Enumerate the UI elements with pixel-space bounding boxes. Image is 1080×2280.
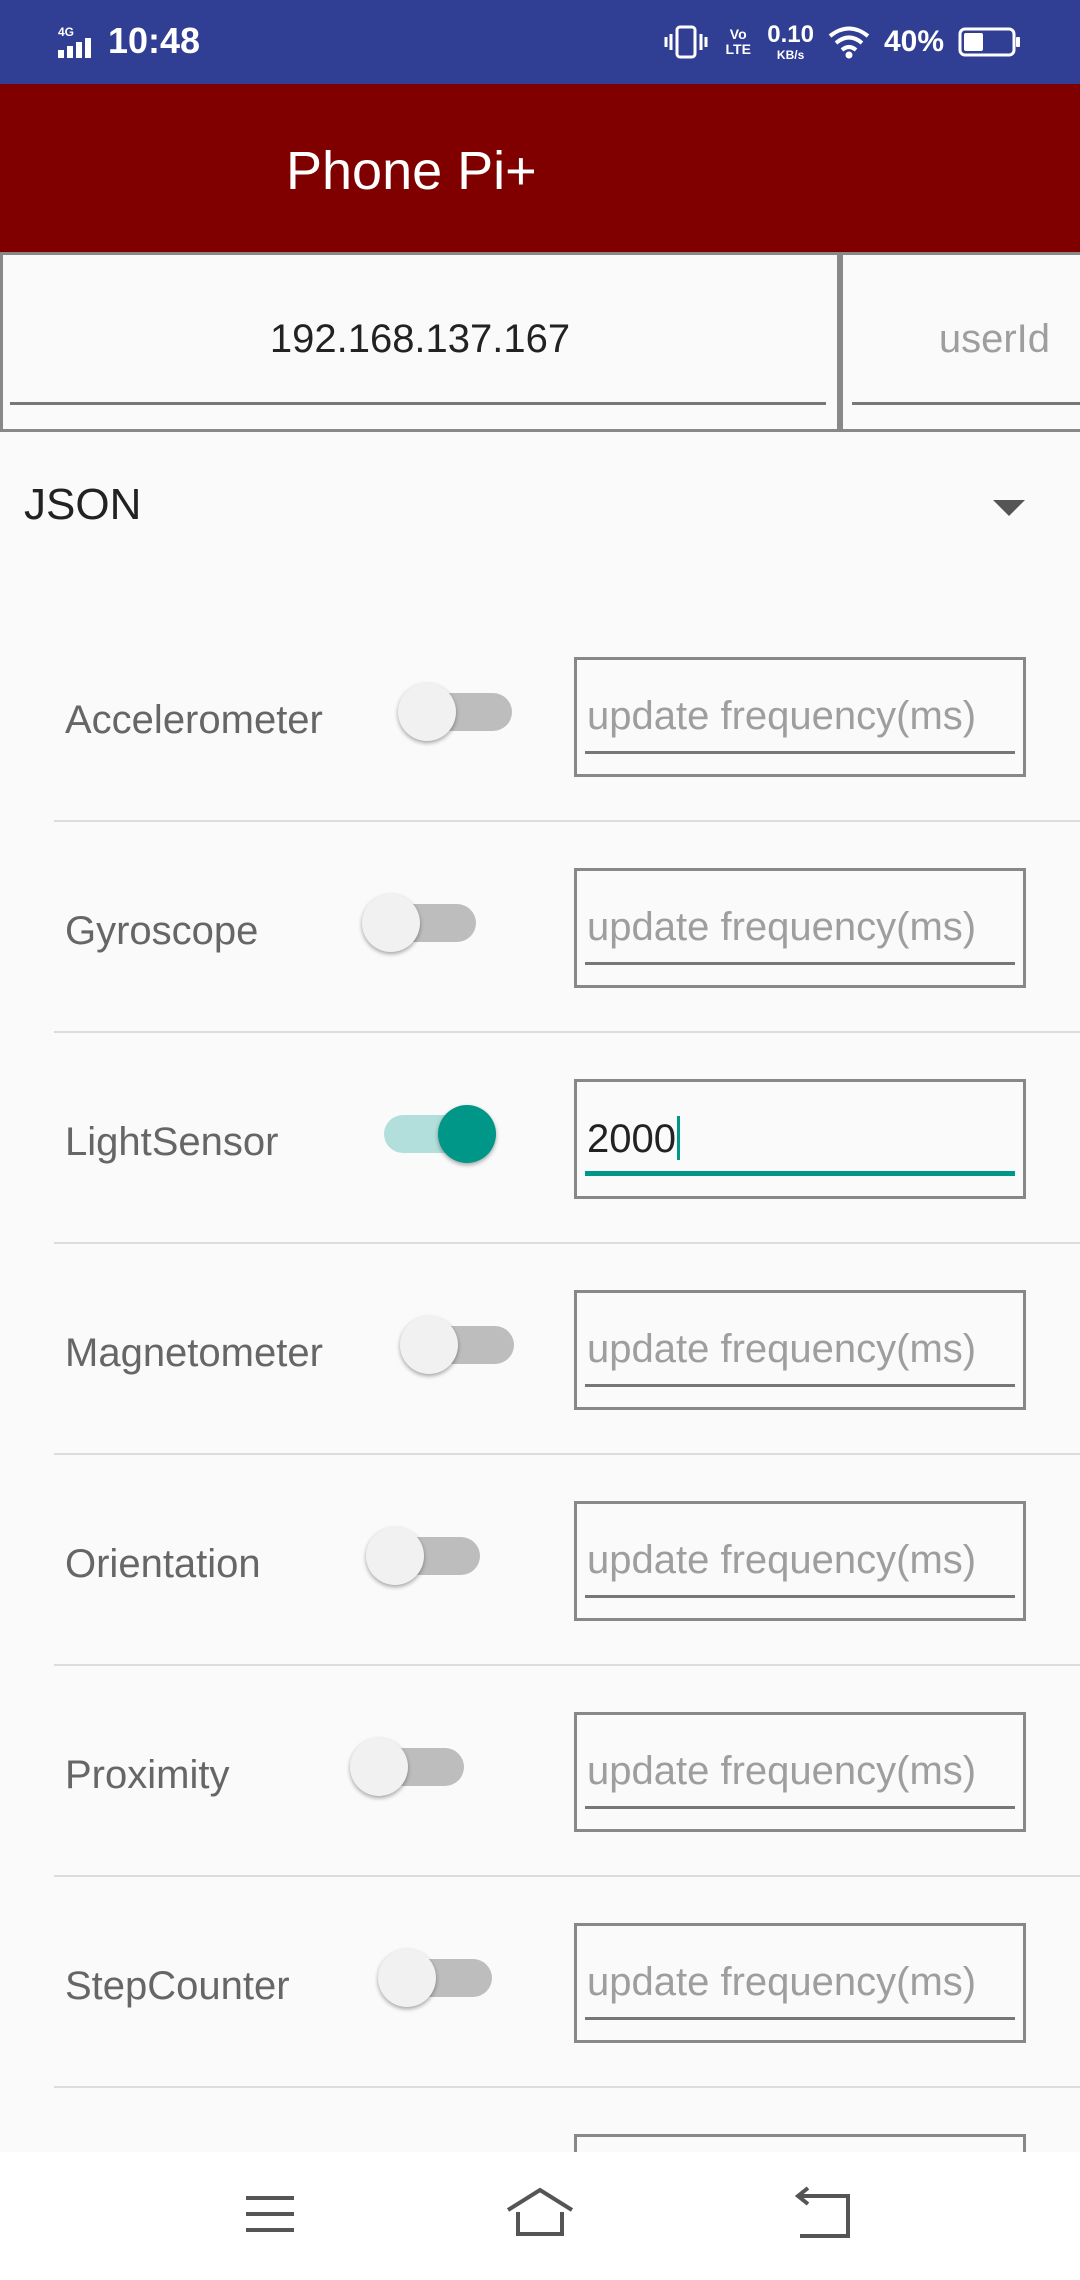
sensor-toggle[interactable] <box>366 1521 482 1585</box>
user-id-placeholder: userId <box>938 317 1050 361</box>
frequency-input[interactable]: update frequency(ms) <box>574 868 1026 988</box>
sensor-toggle[interactable] <box>350 1732 466 1796</box>
frequency-placeholder: update frequency(ms) <box>587 694 977 738</box>
sensor-row-orientation: Orientation update frequency(ms) <box>54 1455 1080 1666</box>
format-selected: JSON <box>24 480 142 529</box>
sensor-label: Proximity <box>65 1753 230 1797</box>
cellular-signal-icon: 4G <box>58 25 91 58</box>
app-title: Phone Pi+ <box>286 141 537 201</box>
clock: 10:48 <box>108 20 201 61</box>
sensor-label: Orientation <box>65 1542 261 1586</box>
volte-indicator: Vo LTE <box>725 26 751 57</box>
status-bar: 4G 10:48 Vo LTE 0.10 KB/s 40% <box>0 0 1080 84</box>
frequency-placeholder: update frequency(ms) <box>587 1538 977 1582</box>
frequency-value: 2000 <box>587 1116 680 1162</box>
sensor-label: Gyroscope <box>65 909 259 953</box>
home-icon[interactable] <box>504 2182 576 2246</box>
sensor-toggle[interactable] <box>382 1099 498 1163</box>
frequency-input[interactable]: 2000 <box>574 1079 1026 1199</box>
sensor-label: Magnetometer <box>65 1331 323 1375</box>
sensor-row-magnetometer: Magnetometer update frequency(ms) <box>54 1244 1080 1455</box>
sensor-toggle[interactable] <box>400 1310 516 1374</box>
frequency-input[interactable]: update frequency(ms) <box>574 1712 1026 1832</box>
frequency-placeholder: update frequency(ms) <box>587 1327 977 1371</box>
menu-icon[interactable] <box>234 2182 306 2246</box>
sensor-toggle[interactable] <box>398 677 514 741</box>
sensor-label: LightSensor <box>65 1120 279 1164</box>
sensor-label: Accelerometer <box>65 698 323 742</box>
network-speed: 0.10 KB/s <box>767 21 814 62</box>
sensor-label: StepCounter <box>65 1964 290 2008</box>
frequency-input[interactable]: update frequency(ms) <box>574 1290 1026 1410</box>
format-spinner[interactable]: JSON <box>0 432 1080 582</box>
wifi-icon <box>828 26 870 59</box>
back-icon[interactable] <box>786 2182 858 2246</box>
sensor-row-proximity: Proximity update frequency(ms) <box>54 1666 1080 1877</box>
frequency-placeholder: update frequency(ms) <box>587 1960 977 2004</box>
user-id-underline <box>852 402 1080 405</box>
sensor-row-stepcounter: StepCounter update frequency(ms) <box>54 1877 1080 2088</box>
frequency-input[interactable]: update frequency(ms) <box>574 1501 1026 1621</box>
sensor-row-gyroscope: Gyroscope update frequency(ms) <box>54 822 1080 1033</box>
battery-icon <box>958 27 1020 57</box>
sensor-toggle[interactable] <box>378 1943 494 2007</box>
dropdown-arrow-icon[interactable] <box>993 500 1025 516</box>
frequency-input[interactable]: update frequency(ms) <box>574 1923 1026 2043</box>
connection-row: 192.168.137.167 userId <box>0 252 1080 432</box>
frequency-placeholder: update frequency(ms) <box>587 905 977 949</box>
sensor-row-accelerometer: Accelerometer update frequency(ms) <box>54 611 1080 822</box>
sensor-row-lightsensor: LightSensor 2000 <box>54 1033 1080 1244</box>
frequency-input[interactable]: update frequency(ms) <box>574 657 1026 777</box>
text-cursor <box>676 1116 680 1160</box>
frequency-placeholder: update frequency(ms) <box>587 1749 977 1793</box>
navigation-bar <box>0 2152 1080 2280</box>
vibrate-icon <box>664 25 708 59</box>
ip-underline <box>10 402 826 405</box>
app-toolbar: Phone Pi+ <box>0 84 1080 252</box>
svg-text:4G: 4G <box>58 25 74 39</box>
battery-percent: 40% <box>883 25 944 58</box>
sensor-toggle[interactable] <box>362 888 478 952</box>
ip-address-value: 192.168.137.167 <box>269 317 571 361</box>
